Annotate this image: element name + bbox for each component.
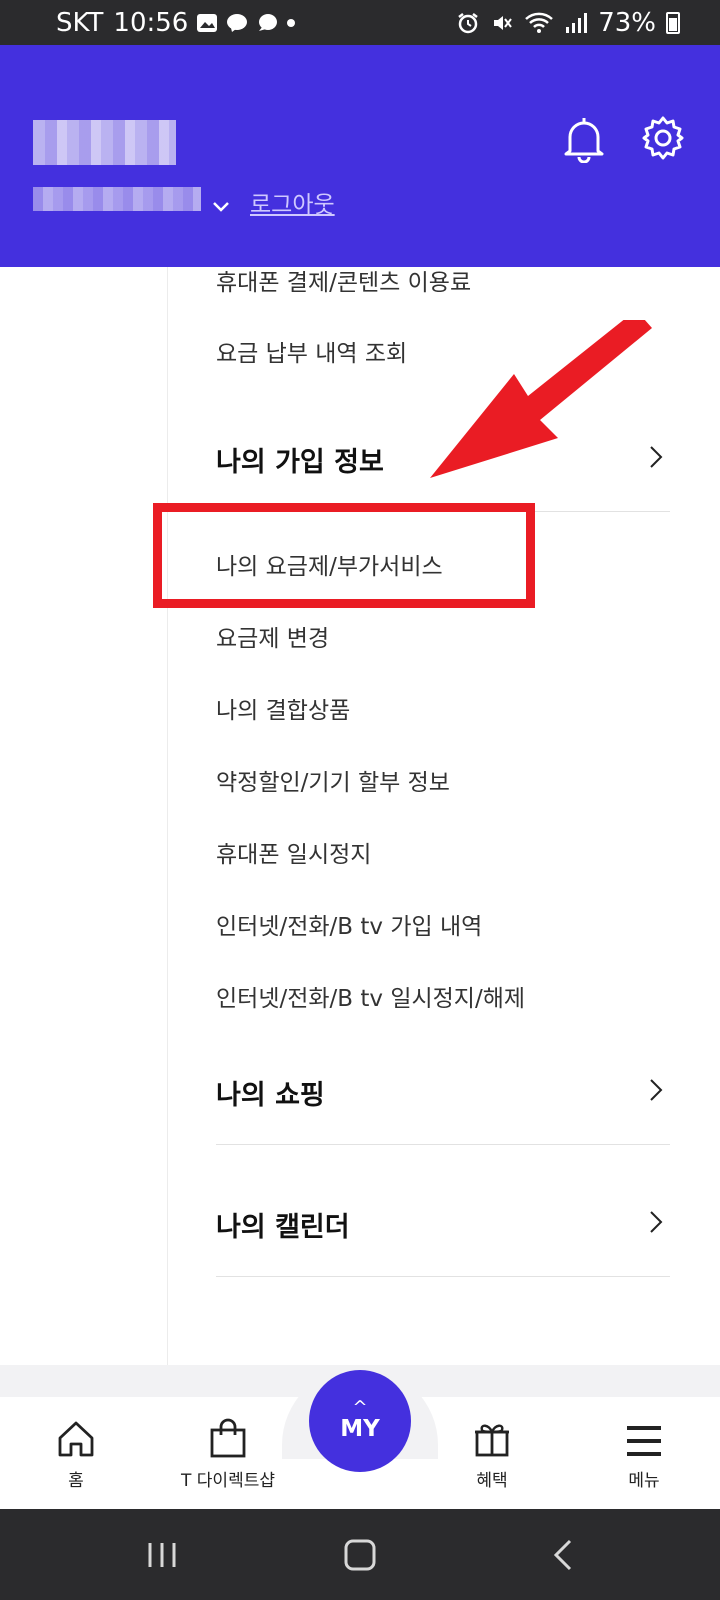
menu-item-mobile-payment[interactable]: 휴대폰 결제/콘텐츠 이용료	[216, 263, 471, 297]
battery-icon	[666, 11, 680, 34]
chevron-right-icon	[650, 1211, 663, 1233]
gallery-icon	[197, 13, 218, 32]
kakaotalk-icon	[227, 13, 248, 32]
my-button-label: MY	[340, 1416, 380, 1442]
menu-item-contract-discount[interactable]: 약정할인/기기 할부 정보	[216, 763, 450, 797]
blurred-user-name	[33, 120, 176, 165]
nav-benefits-label: 혜택	[476, 1471, 508, 1491]
menu-item-phone-suspend[interactable]: 휴대폰 일시정지	[216, 835, 371, 869]
section-title: 나의 캘린더	[216, 1212, 350, 1243]
signal-icon	[566, 12, 588, 33]
nav-benefits[interactable]: 혜택	[452, 1397, 532, 1509]
bottom-navigation: 홈 T 다이렉트샵 ^ MY 혜택 메뉴	[0, 1367, 720, 1509]
status-bar: SKT 10:56 73%	[0, 0, 720, 45]
carrier-label: SKT	[56, 7, 104, 38]
recent-apps-icon[interactable]	[142, 1537, 182, 1573]
chat-bubble-icon	[259, 13, 278, 31]
chevron-down-icon[interactable]	[210, 195, 232, 217]
menu-item-payment-history[interactable]: 요금 납부 내역 조회	[216, 334, 407, 368]
gift-icon	[475, 1424, 509, 1457]
section-divider	[216, 1276, 670, 1277]
nav-menu-label: 메뉴	[628, 1471, 660, 1491]
menu-item-internet-subscriptions[interactable]: 인터넷/전화/B tv 가입 내역	[216, 907, 482, 941]
annotation-highlight-box	[153, 503, 535, 608]
side-divider	[167, 267, 168, 1365]
battery-percent: 73%	[598, 7, 656, 38]
nav-home[interactable]: 홈	[36, 1397, 116, 1509]
annotation-arrow-icon	[430, 320, 652, 478]
chevron-right-icon	[650, 1079, 663, 1101]
notification-dot-icon	[287, 18, 296, 27]
section-divider	[216, 1144, 670, 1145]
menu-item-internet-suspend[interactable]: 인터넷/전화/B tv 일시정지/해제	[216, 979, 525, 1013]
section-title: 나의 가입 정보	[216, 447, 384, 478]
section-title: 나의 쇼핑	[216, 1080, 325, 1111]
alarm-icon	[458, 12, 478, 33]
nav-direct-shop-label: T 다이렉트샵	[181, 1471, 275, 1491]
system-navigation-bar	[0, 1509, 720, 1600]
menu-item-bundle-products[interactable]: 나의 결합상품	[216, 691, 350, 725]
blurred-phone-number[interactable]	[33, 187, 201, 211]
hamburger-menu-icon	[627, 1426, 661, 1456]
gear-icon[interactable]	[640, 115, 686, 161]
status-time: 10:56	[113, 7, 189, 38]
logout-link[interactable]: 로그아웃	[250, 185, 335, 219]
home-button-icon[interactable]	[340, 1537, 380, 1573]
section-my-shopping[interactable]: 나의 쇼핑	[216, 1073, 670, 1112]
home-icon	[58, 1421, 94, 1457]
nav-home-label: 홈	[68, 1471, 84, 1491]
back-button-icon[interactable]	[546, 1537, 586, 1573]
profile-header: 로그아웃	[0, 45, 720, 267]
mute-icon	[494, 15, 513, 30]
section-my-calendar[interactable]: 나의 캘린더	[216, 1205, 670, 1244]
bell-icon[interactable]	[562, 115, 606, 163]
nav-direct-shop[interactable]: T 다이렉트샵	[168, 1397, 288, 1509]
menu-item-change-plan[interactable]: 요금제 변경	[216, 619, 329, 653]
nav-menu[interactable]: 메뉴	[604, 1397, 684, 1509]
my-button[interactable]: ^ MY	[309, 1370, 411, 1472]
shopping-bag-icon	[210, 1418, 246, 1458]
wifi-icon	[525, 12, 554, 33]
caret-up-icon: ^	[352, 1397, 368, 1418]
